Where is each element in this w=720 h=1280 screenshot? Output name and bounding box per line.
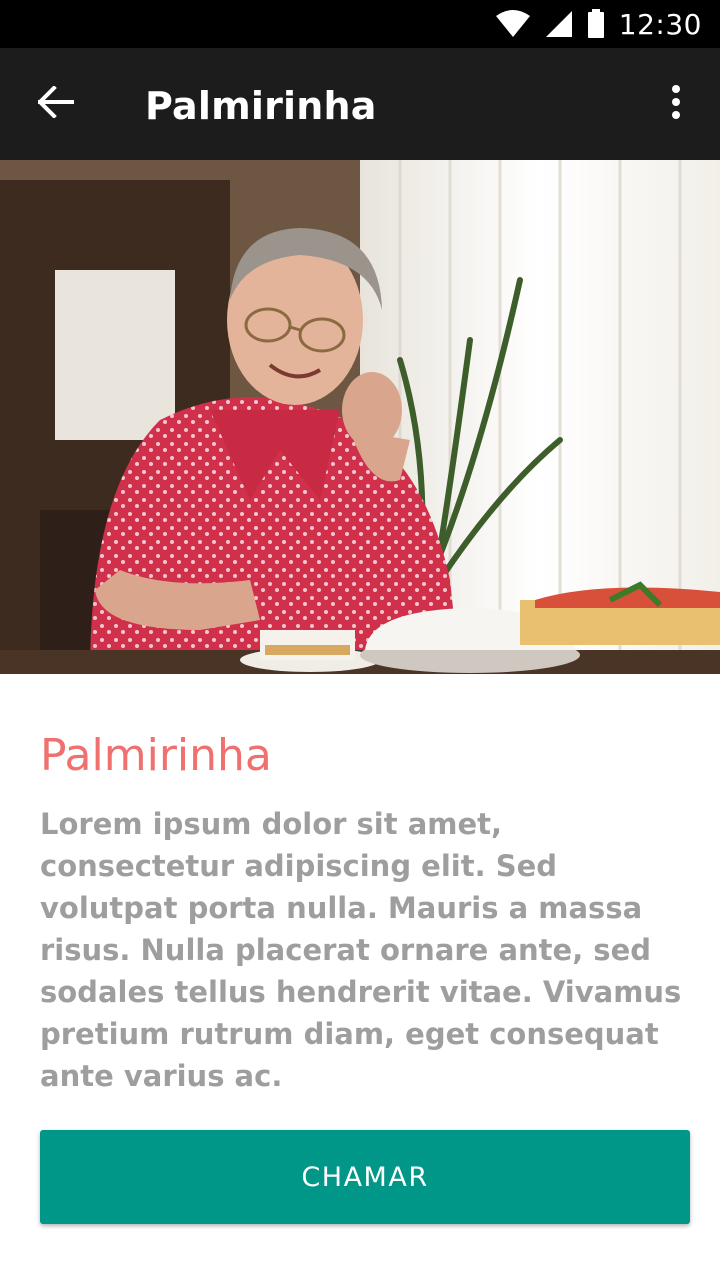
back-button[interactable] xyxy=(24,76,88,132)
overflow-menu-button[interactable] xyxy=(652,76,700,132)
battery-icon xyxy=(587,9,605,39)
status-time: 12:30 xyxy=(618,7,702,41)
signal-icon xyxy=(545,10,573,38)
page-title: Palmirinha xyxy=(145,84,377,128)
profile-name: Palmirinha xyxy=(40,730,272,781)
call-button[interactable]: CHAMAR xyxy=(40,1130,690,1224)
profile-content: Palmirinha Lorem ipsum dolor sit amet, c… xyxy=(40,674,690,1097)
arrow-back-icon xyxy=(37,84,74,123)
hero-photo xyxy=(0,160,720,674)
wifi-icon xyxy=(495,10,531,38)
app-bar: Palmirinha xyxy=(0,48,720,160)
status-bar: 12:30 xyxy=(0,0,720,48)
more-vert-icon xyxy=(670,84,682,125)
profile-description: Lorem ipsum dolor sit amet, consectetur … xyxy=(40,807,682,1093)
